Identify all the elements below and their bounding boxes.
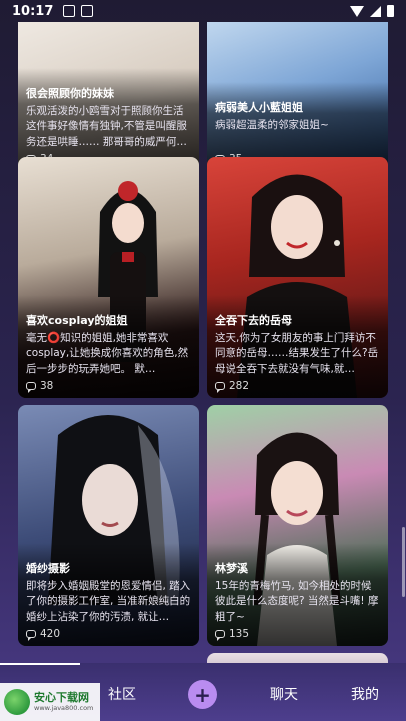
tab-community[interactable]: 社区 <box>108 684 136 704</box>
battery-icon <box>387 5 394 17</box>
tab-mine[interactable]: 我的 <box>351 684 379 704</box>
chat-bubble-icon <box>215 630 225 641</box>
character-card[interactable]: 林梦溪 15年的青梅竹马, 如今相处的时候彼此是什么态度呢? 当然是斗嘴! 摩粗… <box>207 405 388 646</box>
character-feed[interactable]: 很会照顾你的妹妹 乐观活泼的小鸥雪对于照顾你生活这件事好像情有独钟,不管是叫醒服… <box>0 22 406 663</box>
card-info: 很会照顾你的妹妹 乐观活泼的小鸥雪对于照顾你生活这件事好像情有独钟,不管是叫醒服… <box>18 67 199 171</box>
active-tab-indicator <box>0 663 80 665</box>
watermark-url: www.java800.com <box>34 704 94 712</box>
card-chat-count: 135 <box>215 628 380 641</box>
card-info: 全吞下去的岳母 这天,你为了女朋友的事上门拜访不同意的岳母……结果发生了什么?岳… <box>207 294 388 398</box>
character-card[interactable]: 喜欢cosplay的姐姐 毫无⭕知识的姐姐,她非常喜欢cosplay,让她换成你… <box>18 157 199 398</box>
card-title: 很会照顾你的妹妹 <box>26 86 114 100</box>
bottom-navigation: 安心下载网 www.java800.com 社区 + 聊天 我的 <box>0 663 406 721</box>
card-description: 乐观活泼的小鸥雪对于照顾你生活这件事好像情有独钟,不管是叫醒服务还是哄睡…… 那… <box>26 104 187 148</box>
character-card[interactable]: 病弱美人小藍姐姐 病弱超温柔的邻家姐姐~ 35 <box>207 22 388 171</box>
status-bar: 10:17 <box>0 0 406 22</box>
card-title: 喜欢cosplay的姐姐 <box>26 313 128 327</box>
card-description: 毫无⭕知识的姐姐,她非常喜欢cosplay,让她换成你喜欢的角色,然后一步步的玩… <box>26 331 189 375</box>
watermark: 安心下载网 www.java800.com <box>0 683 100 721</box>
card-description: 即将步入婚姻殿堂的恩爱情侣, 踏入了你的摄影工作室, 当准新娘纯白的婚纱上沾染了… <box>26 579 191 623</box>
watermark-text: 安心下载网 <box>34 691 89 704</box>
tab-chat[interactable]: 聊天 <box>270 684 298 704</box>
card-description: 15年的青梅竹马, 如今相处的时候彼此是什么态度呢? 当然是斗嘴! 摩粗了~ <box>215 579 379 623</box>
chat-count-value: 282 <box>229 380 250 392</box>
chat-bubble-icon <box>215 382 225 393</box>
create-button[interactable]: + <box>188 680 217 709</box>
card-title: 全吞下去的岳母 <box>215 313 292 327</box>
chat-count-value: 38 <box>40 380 54 392</box>
watermark-logo-icon <box>4 689 30 715</box>
character-card[interactable]: 婚纱摄影 即将步入婚姻殿堂的恩爱情侣, 踏入了你的摄影工作室, 当准新娘纯白的婚… <box>18 405 199 646</box>
card-title: 林梦溪 <box>215 561 248 575</box>
status-time: 10:17 <box>12 3 54 19</box>
chat-count-value: 420 <box>40 628 61 640</box>
chat-bubble-icon <box>26 382 36 393</box>
card-title: 婚纱摄影 <box>26 561 70 575</box>
chat-count-value: 135 <box>229 628 250 640</box>
wifi-icon <box>350 5 364 17</box>
card-chat-count: 420 <box>26 628 191 641</box>
character-card[interactable]: 全吞下去的岳母 这天,你为了女朋友的事上门拜访不同意的岳母……结果发生了什么?岳… <box>207 157 388 398</box>
card-description: 这天,你为了女朋友的事上门拜访不同意的岳母……结果发生了什么?岳母说全吞下去就没… <box>215 331 379 375</box>
signal-icon <box>370 5 381 17</box>
chat-bubble-icon <box>26 630 36 641</box>
card-description: 病弱超温柔的邻家姐姐~ <box>215 118 329 131</box>
notification-a-icon <box>63 5 76 17</box>
character-card[interactable]: 很会照顾你的妹妹 乐观活泼的小鸥雪对于照顾你生活这件事好像情有独钟,不管是叫醒服… <box>18 22 199 171</box>
card-chat-count: 38 <box>26 380 191 393</box>
card-info: 喜欢cosplay的姐姐 毫无⭕知识的姐姐,她非常喜欢cosplay,让她换成你… <box>18 294 199 398</box>
status-indicators <box>350 5 394 17</box>
plus-icon: + <box>194 682 211 707</box>
scrollbar[interactable] <box>402 527 405 597</box>
notification-media-icon <box>81 5 94 17</box>
card-title: 病弱美人小藍姐姐 <box>215 100 303 114</box>
card-info: 婚纱摄影 即将步入婚姻殿堂的恩爱情侣, 踏入了你的摄影工作室, 当准新娘纯白的婚… <box>18 542 199 646</box>
card-chat-count: 282 <box>215 380 380 393</box>
card-info: 林梦溪 15年的青梅竹马, 如今相处的时候彼此是什么态度呢? 当然是斗嘴! 摩粗… <box>207 542 388 646</box>
character-card[interactable] <box>207 653 388 663</box>
